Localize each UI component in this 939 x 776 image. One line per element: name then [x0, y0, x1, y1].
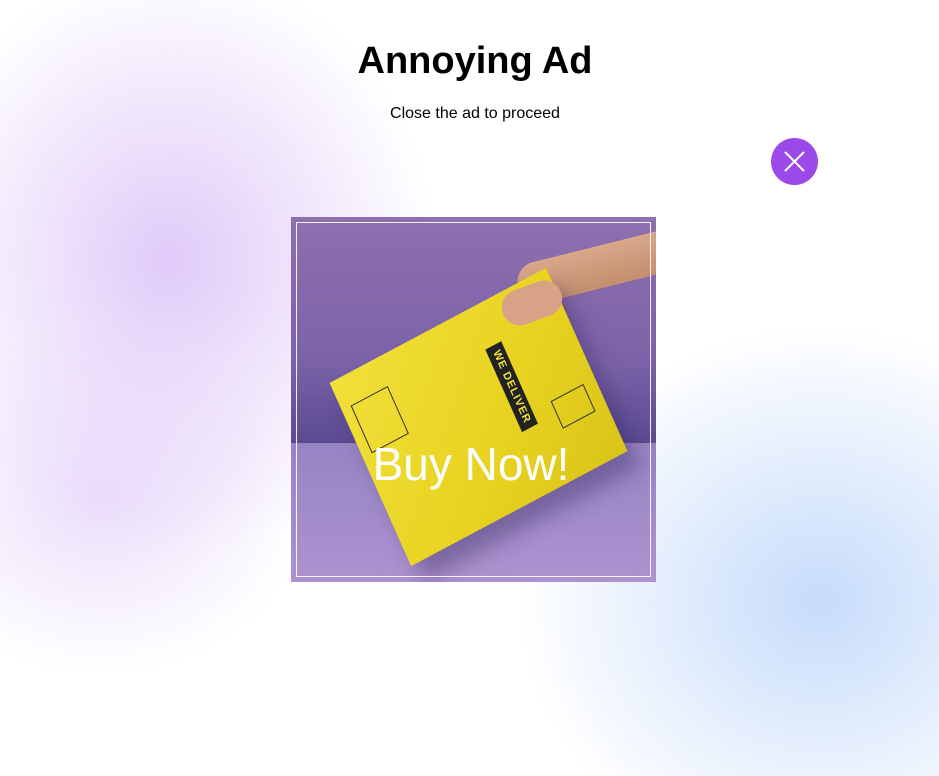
ad-frame	[296, 222, 651, 577]
close-ad-button[interactable]	[771, 138, 818, 185]
buy-now-text[interactable]: Buy Now!	[291, 437, 651, 491]
ad-banner[interactable]: WE DELIVER Buy Now!	[291, 217, 656, 582]
page-subtitle: Close the ad to proceed	[390, 105, 560, 122]
close-icon	[784, 151, 805, 172]
page-title: Annoying Ad	[357, 40, 593, 82]
